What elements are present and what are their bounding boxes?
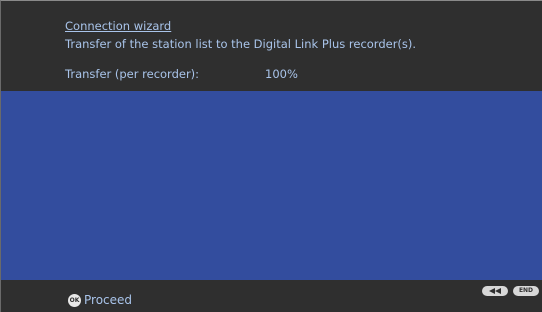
content-area xyxy=(1,91,542,280)
rewind-key-icon[interactable] xyxy=(482,286,508,296)
transfer-label: Transfer (per recorder): xyxy=(65,67,200,81)
transfer-value: 100% xyxy=(265,67,298,81)
proceed-button[interactable]: OK Proceed xyxy=(68,293,132,307)
rewind-icon xyxy=(489,288,501,294)
proceed-label: Proceed xyxy=(84,293,133,307)
ok-key-text: OK xyxy=(69,296,80,304)
footer-bar: OK Proceed END xyxy=(1,280,542,312)
ok-key-icon: OK xyxy=(68,293,81,307)
tv-screen: Connection wizard Transfer of the statio… xyxy=(0,0,542,312)
end-key-button[interactable]: END xyxy=(513,286,539,296)
wizard-header: Connection wizard Transfer of the statio… xyxy=(1,1,542,91)
wizard-subtitle: Transfer of the station list to the Digi… xyxy=(65,37,417,51)
wizard-title[interactable]: Connection wizard xyxy=(65,19,171,33)
